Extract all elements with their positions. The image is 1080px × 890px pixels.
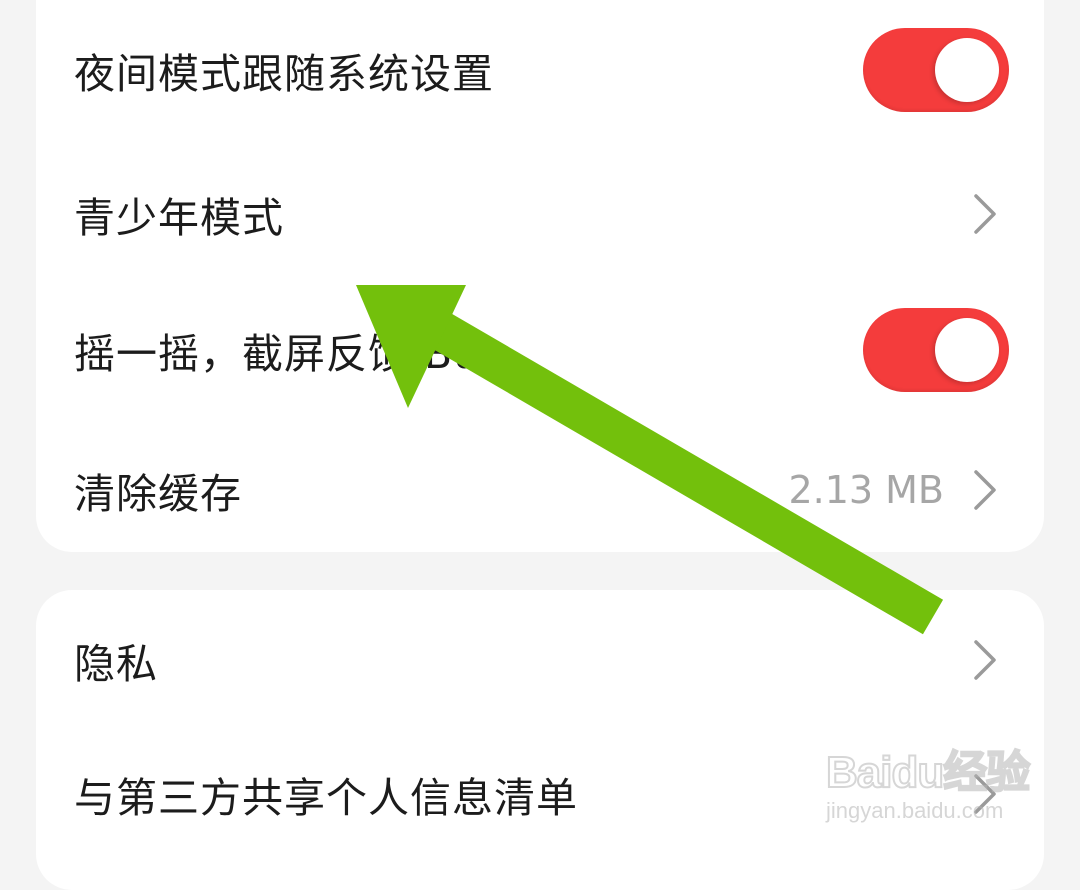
setting-label-third-party-info: 与第三方共享个人信息清单 [74, 774, 578, 822]
shake-feedback-toggle[interactable] [863, 308, 1009, 392]
toggle-knob [935, 38, 999, 102]
chevron-right-icon [970, 638, 1000, 682]
setting-row-shake-feedback[interactable]: 摇一摇，截屏反馈 Bug [36, 280, 1044, 420]
chevron-right-icon [970, 192, 1000, 236]
setting-row-privacy[interactable]: 隐私 [36, 590, 1044, 730]
setting-row-night-mode[interactable]: 夜间模式跟随系统设置 [36, 0, 1044, 140]
setting-label-clear-cache: 清除缓存 [74, 470, 242, 518]
setting-label-night-mode: 夜间模式跟随系统设置 [74, 50, 494, 98]
night-mode-toggle[interactable] [863, 28, 1009, 112]
toggle-knob [935, 318, 999, 382]
setting-row-teen-mode[interactable]: 青少年模式 [36, 144, 1044, 284]
chevron-right-icon [970, 468, 1000, 512]
setting-row-third-party-info[interactable]: 与第三方共享个人信息清单 [36, 724, 1044, 864]
setting-label-shake-feedback: 摇一摇，截屏反馈 Bug [74, 330, 508, 378]
settings-card-privacy: 隐私 与第三方共享个人信息清单 [36, 590, 1044, 890]
setting-row-clear-cache[interactable]: 清除缓存 2.13 MB [36, 420, 1044, 560]
chevron-right-icon [970, 772, 1000, 816]
setting-label-teen-mode: 青少年模式 [74, 194, 284, 242]
settings-card-general: 夜间模式跟随系统设置 青少年模式 摇一摇，截屏反馈 Bug 清除缓存 2.13 … [36, 0, 1044, 552]
setting-label-privacy: 隐私 [74, 640, 158, 688]
cache-size-value: 2.13 MB [788, 468, 944, 512]
